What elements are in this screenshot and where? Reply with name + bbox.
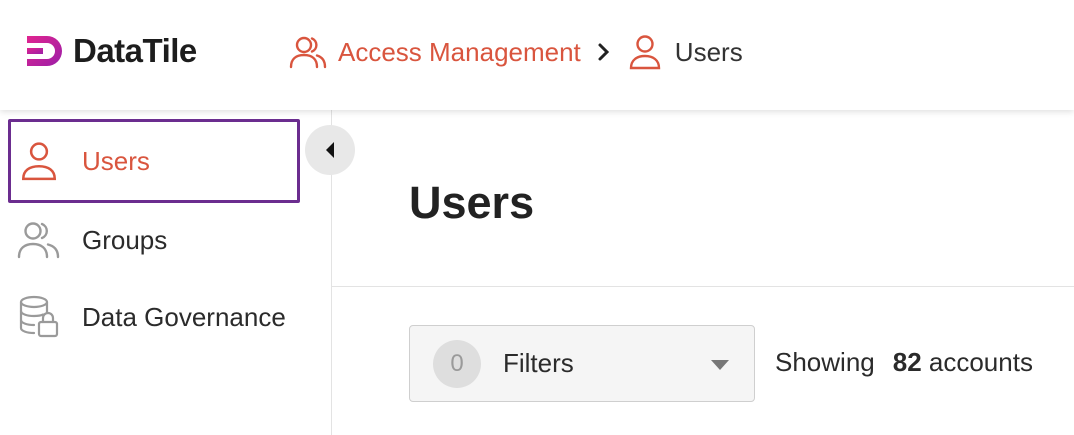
breadcrumb-access-management[interactable]: Access Management xyxy=(338,37,581,68)
brand-name: DataTile xyxy=(73,32,197,69)
divider xyxy=(332,286,1074,287)
breadcrumb: Access Management Users xyxy=(288,30,743,74)
filters-dropdown[interactable]: 0 Filters xyxy=(409,325,755,402)
brand-logo[interactable]: DataTile xyxy=(25,32,197,70)
breadcrumb-users: Users xyxy=(674,36,743,67)
sidebar-item-users[interactable]: Users xyxy=(8,119,300,203)
users-group-icon xyxy=(288,32,328,72)
sidebar: Users Groups Data Governance xyxy=(0,110,332,435)
accounts-suffix: accounts xyxy=(928,347,1033,377)
sidebar-item-groups[interactable]: Groups xyxy=(8,198,300,282)
users-group-icon xyxy=(16,217,62,263)
caret-left-icon xyxy=(326,142,334,158)
sidebar-item-label: Data Governance xyxy=(82,301,286,332)
showing-prefix: Showing xyxy=(775,347,875,377)
datatile-logo-icon xyxy=(27,36,62,66)
user-icon xyxy=(16,138,62,184)
filter-count-badge: 0 xyxy=(433,340,481,388)
user-icon xyxy=(625,32,665,72)
sidebar-item-data-governance[interactable]: Data Governance xyxy=(8,275,300,359)
caret-down-icon xyxy=(711,360,729,370)
chevron-right-icon xyxy=(589,37,619,67)
sidebar-item-label: Groups xyxy=(82,224,168,255)
top-header: DataTile Access Management Users xyxy=(0,0,1074,110)
accounts-count: 82 xyxy=(892,347,922,377)
filters-label: Filters xyxy=(503,348,574,378)
database-lock-icon xyxy=(16,294,62,340)
sidebar-item-label: Users xyxy=(82,145,150,176)
collapse-sidebar-button[interactable] xyxy=(305,125,355,175)
results-count: Showing 82 accounts xyxy=(775,347,1033,378)
page-title: Users xyxy=(409,177,535,228)
